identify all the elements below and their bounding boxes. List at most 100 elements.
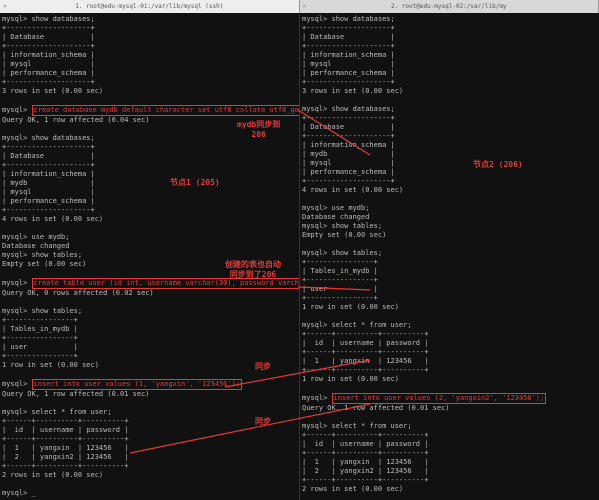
- line: | mysql |: [2, 188, 95, 196]
- line: +--------------------+: [302, 24, 395, 32]
- line: | user |: [2, 343, 78, 351]
- line: +----------------+: [302, 276, 378, 284]
- tab-terminal-2[interactable]: × 2. root@edu-mysql-02:/var/lib/my: [300, 0, 599, 13]
- line: +--------------------+: [2, 206, 95, 214]
- line: +--------------------+: [2, 143, 95, 151]
- line: mysql> show databases;: [302, 105, 395, 113]
- line: 1 row in set (0.00 sec): [302, 303, 399, 311]
- line: | mysql |: [302, 159, 395, 167]
- line: mysql> select * from user;: [302, 321, 412, 329]
- line: +--------------------+: [302, 114, 395, 122]
- line: | mysql |: [302, 60, 395, 68]
- annotation-table-sync: 创建的表也自动 同步到了206: [225, 260, 281, 280]
- line: Query OK, 1 row affected (0.04 sec): [2, 116, 150, 124]
- tab-label: 1. root@edu-mysql-01:/var/lib/mysql (ssh…: [75, 3, 223, 10]
- line: +------+----------+----------+: [302, 431, 428, 439]
- line: +------+----------+----------+: [302, 366, 428, 374]
- line: +--------------------+: [302, 132, 395, 140]
- line: | id | username | password |: [302, 440, 428, 448]
- line: +--------------------+: [2, 42, 95, 50]
- line: | 1 | yangxin | 123456 |: [2, 444, 128, 452]
- line: | user |: [302, 285, 378, 293]
- line: | mysql |: [2, 60, 95, 68]
- cmd-insert-2: insert into user values (2, 'yangxin2', …: [332, 393, 547, 404]
- line: | id | username | password |: [2, 426, 128, 434]
- line: mysql> insert into user values (2, 'yang…: [302, 394, 546, 402]
- line: Database changed: [2, 242, 69, 250]
- line: | information_schema |: [2, 170, 95, 178]
- line: mysql> show tables;: [2, 307, 82, 315]
- line: mysql> create table user (id int, userna…: [2, 279, 300, 287]
- line: Query OK, 1 row affected (0.01 sec): [302, 404, 450, 412]
- line: Empty set (0.00 sec): [302, 231, 386, 239]
- annotation-node1: 节点1 (205): [170, 178, 220, 188]
- tab-label: 2. root@edu-mysql-02:/var/lib/my: [391, 3, 507, 10]
- line: 1 row in set (0.00 sec): [2, 361, 99, 369]
- line: +------+----------+----------+: [302, 476, 428, 484]
- line: +--------------------+: [302, 177, 395, 185]
- line: | information_schema |: [2, 51, 95, 59]
- line: | mydb |: [2, 179, 95, 187]
- line: | 2 | yangxin2 | 123456 |: [2, 453, 128, 461]
- line: +------+----------+----------+: [302, 449, 428, 457]
- line: | information_schema |: [302, 51, 395, 59]
- line: +------+----------+----------+: [2, 435, 128, 443]
- line: | 1 | yangxin | 123456 |: [302, 357, 428, 365]
- line: Query OK, 1 row affected (0.01 sec): [2, 390, 150, 398]
- line: +------+----------+----------+: [2, 462, 128, 470]
- line: +------+----------+----------+: [302, 348, 428, 356]
- line: | Database |: [2, 33, 95, 41]
- line: +----------------+: [2, 316, 78, 324]
- line: mysql> show tables;: [2, 251, 82, 259]
- line: 4 rows in set (0.00 sec): [302, 186, 403, 194]
- line: mysql> select * from user;: [2, 408, 112, 416]
- line: | performance_schema |: [302, 69, 395, 77]
- line: mysql> show databases;: [2, 134, 95, 142]
- line: +------+----------+----------+: [2, 417, 128, 425]
- line: mysql> select * from user;: [302, 422, 412, 430]
- line: 4 rows in set (0.00 sec): [2, 215, 103, 223]
- line: +------+----------+----------+: [302, 330, 428, 338]
- line: 3 rows in set (0.00 sec): [302, 87, 403, 95]
- line: | performance_schema |: [2, 69, 95, 77]
- line: +--------------------+: [302, 42, 395, 50]
- close-icon[interactable]: ×: [303, 0, 307, 13]
- line: mysql> show databases;: [2, 15, 95, 23]
- tab-bar: × 1. root@edu-mysql-01:/var/lib/mysql (ss…: [0, 0, 599, 13]
- line: +----------------+: [302, 258, 378, 266]
- line: mysql> insert into user values (1, 'yang…: [2, 380, 242, 388]
- cmd-create-db: create database mydb default character s…: [32, 105, 300, 116]
- line: mysql> show tables;: [302, 249, 382, 257]
- tab-terminal-1[interactable]: × 1. root@edu-mysql-01:/var/lib/mysql (ss…: [0, 0, 300, 13]
- line: | Database |: [2, 152, 95, 160]
- line: +--------------------+: [2, 78, 95, 86]
- terminal-pane-right[interactable]: mysql> show databases; +----------------…: [300, 13, 599, 500]
- line: | id | username | password |: [302, 339, 428, 347]
- line: 1 row in set (0.00 sec): [302, 375, 399, 383]
- line: mysql> create database mydb default char…: [2, 106, 300, 114]
- annotation-sync1: 同步: [255, 362, 271, 372]
- line: 3 rows in set (0.00 sec): [2, 87, 103, 95]
- line: Empty set (0.00 sec): [2, 260, 86, 268]
- line: | 1 | yangxin | 123456 |: [302, 458, 428, 466]
- line: +--------------------+: [2, 24, 95, 32]
- line: | performance_schema |: [302, 168, 395, 176]
- line: +----------------+: [2, 352, 78, 360]
- cmd-insert-1: insert into user values (1, 'yangxin', '…: [32, 379, 243, 390]
- line: 2 rows in set (0.00 sec): [2, 471, 103, 479]
- annotation-node2: 节点2 (206): [473, 160, 523, 170]
- line: mysql> _: [2, 489, 36, 497]
- line: | information_schema |: [302, 141, 395, 149]
- line: Query OK, 0 rows affected (0.02 sec): [2, 289, 154, 297]
- line: +--------------------+: [2, 161, 95, 169]
- line: | 2 | yangxin2 | 123456 |: [302, 467, 428, 475]
- line: mysql> show tables;: [302, 222, 382, 230]
- close-icon[interactable]: ×: [3, 0, 7, 13]
- line: mysql> show databases;: [302, 15, 395, 23]
- line: +----------------+: [2, 334, 78, 342]
- line: | performance_schema |: [2, 197, 95, 205]
- line: 2 rows in set (0.00 sec): [302, 485, 403, 493]
- line: mysql> use mydb;: [2, 233, 69, 241]
- line: | mydb |: [302, 150, 395, 158]
- line: +--------------------+: [302, 78, 395, 86]
